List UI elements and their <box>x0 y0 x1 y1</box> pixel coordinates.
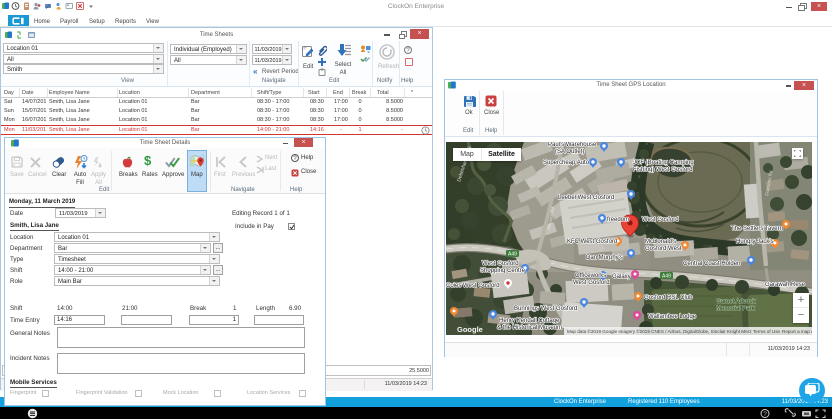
svg-text:Report a map error: Report a map error <box>782 329 812 334</box>
svg-text:A49: A49 <box>662 274 671 280</box>
svg-text:freedom: freedom <box>607 217 629 223</box>
svg-text:Galaxy: Galaxy <box>612 274 631 280</box>
svg-text:McDonald's: McDonald's <box>645 239 676 245</box>
svg-text:JCF (Boating Camping: JCF (Boating Camping <box>633 160 694 166</box>
svg-text:Bunnings West Gosford: Bunnings West Gosford <box>514 306 577 312</box>
svg-text:?: ? <box>763 411 767 418</box>
svg-text:Officeworks: Officeworks <box>575 273 606 279</box>
svg-text:West Gosford: West Gosford <box>573 280 610 286</box>
svg-text:The Settlers Tavern: The Settlers Tavern <box>731 226 783 232</box>
svg-text:Gosford West: Gosford West <box>645 246 682 252</box>
svg-text:Hungry Jack's: Hungry Jack's <box>736 239 774 245</box>
svg-text:Leebel West Gosford: Leebel West Gosford <box>558 195 614 201</box>
svg-text:& the Historical Museum: & the Historical Museum <box>497 325 562 331</box>
svg-text:Dan Murphy's: Dan Murphy's <box>586 255 623 261</box>
svg-text:Google: Google <box>457 325 483 334</box>
svg-text:Memorial Park: Memorial Park <box>716 306 756 312</box>
svg-text:Paul's Warehouse: Paul's Warehouse <box>548 142 597 148</box>
svg-text:Supercheap Auto: Supercheap Auto <box>543 160 590 166</box>
svg-text:West Gosford: West Gosford <box>642 217 679 223</box>
svg-text:Terms of Use: Terms of Use <box>753 329 781 334</box>
svg-text:Gosford RSL Club: Gosford RSL Club <box>644 295 693 301</box>
svg-text:Shopping Centre: Shopping Centre <box>480 268 526 274</box>
svg-text:Map data ©2019 Google Imagery: Map data ©2019 Google Imagery ©2019 CNES… <box>567 328 752 334</box>
svg-text:Garnet Adcock: Garnet Adcock <box>716 299 756 305</box>
svg-text:Coles West Gosford: Coles West Gosford <box>446 283 500 289</box>
svg-text:Wallambee Lodge: Wallambee Lodge <box>648 314 697 320</box>
svg-text:West Gosford: West Gosford <box>482 261 519 267</box>
svg-text:A49: A49 <box>508 252 517 258</box>
svg-text:(SA Outlet): (SA Outlet) <box>555 149 584 155</box>
svg-text:Garawah Rese: Garawah Rese <box>765 282 806 288</box>
svg-text:KFC West Gosford: KFC West Gosford <box>567 239 617 245</box>
svg-text:Henry Kendall Cottage: Henry Kendall Cottage <box>499 318 560 324</box>
svg-text:Central Coast Holden: Central Coast Holden <box>683 261 740 267</box>
svg-text:Fishing) West Gosford: Fishing) West Gosford <box>633 167 693 173</box>
